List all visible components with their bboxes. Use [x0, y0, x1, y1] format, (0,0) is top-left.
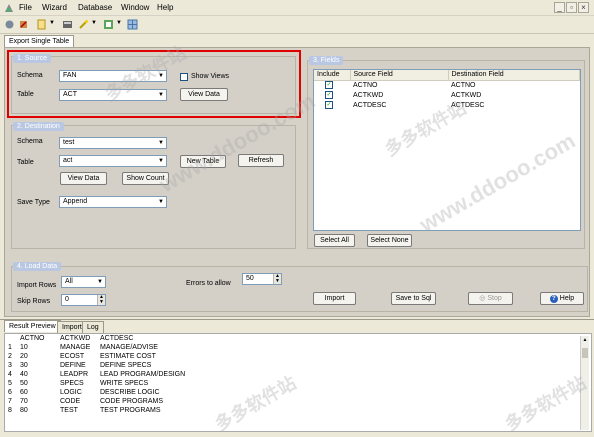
select-all-button[interactable]: Select All	[314, 234, 355, 247]
export-dropdown-icon[interactable]: ▼	[116, 20, 122, 26]
fields-header-destination[interactable]: Destination Field	[448, 70, 580, 81]
table-row[interactable]: 3 30 DEFINE DEFINE SPECS	[5, 361, 205, 370]
skip-rows-stepper[interactable]: 0 ▲ ▼	[61, 294, 106, 306]
minimize-button[interactable]: _	[554, 2, 565, 13]
tab-export-single-table[interactable]: Export Single Table	[4, 35, 75, 47]
chevron-down-icon: ▼	[158, 140, 164, 146]
source-field-cell: ACTKWD	[353, 91, 384, 99]
export-icon[interactable]	[103, 19, 114, 30]
errors-stepper[interactable]: 50 ▲ ▼	[242, 273, 282, 285]
table-row[interactable]: 1 10 MANAGE MANAGE/ADVISE	[5, 343, 205, 352]
dest-view-data-button[interactable]: View Data	[60, 172, 107, 185]
stepper-arrows-icon[interactable]: ▲ ▼	[273, 274, 281, 284]
dest-field-cell[interactable]: ACTNO	[448, 80, 580, 90]
tab-strip: Export Single Table	[0, 35, 594, 47]
connect-icon[interactable]	[4, 19, 15, 30]
include-checkbox[interactable]: ✓	[325, 81, 333, 90]
menu-window[interactable]: Window	[121, 3, 149, 12]
fields-header-include[interactable]: Include	[314, 70, 351, 81]
import-button[interactable]: Import	[313, 292, 356, 305]
help-icon: ?	[549, 295, 558, 303]
fields-header-source[interactable]: Source Field	[350, 70, 449, 81]
save-type-select[interactable]: Append ▼	[59, 196, 167, 208]
app-icon	[5, 4, 13, 12]
select-none-button[interactable]: Select None	[367, 234, 412, 247]
source-field-cell: ACTNO	[353, 81, 378, 89]
wand-dropdown-icon[interactable]: ▼	[91, 20, 97, 26]
chevron-down-icon: ▼	[158, 199, 164, 205]
dest-schema-select[interactable]: test ▼	[59, 137, 167, 149]
tab-log[interactable]: Log	[82, 321, 104, 333]
dest-table-label: Table	[17, 159, 34, 166]
preview-header-index	[5, 334, 17, 343]
errors-label: Errors to allow	[186, 280, 231, 287]
menu-file[interactable]: File	[19, 3, 32, 12]
table-row[interactable]: ✓ ACTKWD ACTKWD	[314, 90, 580, 100]
table-row[interactable]: 4 40 LEADPR LEAD PROGRAM/DESIGN	[5, 370, 205, 379]
chevron-down-icon: ▼	[97, 279, 103, 285]
scroll-thumb[interactable]	[582, 348, 588, 358]
fields-title: 3. Fields	[309, 56, 344, 65]
dest-table-select[interactable]: act ▼	[59, 155, 167, 167]
tab-result-preview[interactable]: Result Preview	[4, 320, 61, 332]
save-type-label: Save Type	[17, 199, 50, 206]
table-row[interactable]: 8 80 TEST TEST PROGRAMS	[5, 406, 205, 415]
table-row[interactable]: 2 20 ECOST ESTIMATE COST	[5, 352, 205, 361]
dest-schema-label: Schema	[17, 138, 43, 145]
chevron-down-icon: ▼	[158, 158, 164, 164]
preview-header-actno[interactable]: ACTNO	[17, 334, 57, 343]
preview-header-actdesc[interactable]: ACTDESC	[97, 334, 205, 343]
document-icon[interactable]	[36, 19, 47, 30]
stop-button[interactable]: ◎ Stop	[468, 292, 513, 305]
save-to-sql-button[interactable]: Save to Sql	[391, 292, 436, 305]
grid-icon[interactable]	[127, 19, 138, 30]
import-rows-label: Import Rows	[17, 282, 57, 289]
wizard-icon[interactable]	[18, 19, 29, 30]
import-rows-select[interactable]: All ▼	[61, 276, 106, 288]
document-dropdown-icon[interactable]: ▼	[49, 20, 55, 26]
table-row[interactable]: 6 60 LOGIC DESCRIBE LOGIC	[5, 388, 205, 397]
menu-wizard[interactable]: Wizard	[42, 3, 67, 12]
table-row[interactable]: 7 70 CODE CODE PROGRAMS	[5, 397, 205, 406]
table-row[interactable]: 5 50 SPECS WRITE SPECS	[5, 379, 205, 388]
wand-icon[interactable]	[78, 19, 89, 30]
skip-rows-label: Skip Rows	[17, 298, 51, 305]
include-checkbox[interactable]: ✓	[325, 91, 333, 99]
menubar: File Wizard Database Window Help _ ▫ ×	[0, 0, 594, 16]
menu-database[interactable]: Database	[78, 3, 112, 12]
dest-field-cell[interactable]: ACTKWD	[448, 90, 580, 100]
load-title: 4. Load Data	[13, 262, 62, 271]
menu-help[interactable]: Help	[157, 3, 173, 12]
help-button[interactable]: ? Help	[540, 292, 584, 305]
dest-field-cell[interactable]: ACTDESC	[448, 100, 580, 110]
restore-button[interactable]: ▫	[566, 2, 577, 13]
destination-title: 2. Destination	[13, 122, 64, 131]
preview-header-actkwd[interactable]: ACTKWD	[57, 334, 97, 343]
database-icon[interactable]	[62, 19, 73, 30]
table-row[interactable]: ✓ ACTNO ACTNO	[314, 80, 580, 90]
scroll-up-icon[interactable]: ▲	[581, 336, 589, 344]
refresh-button[interactable]: Refresh	[238, 154, 284, 167]
bottom-tab-divider	[0, 319, 594, 320]
include-checkbox[interactable]: ✓	[325, 101, 333, 109]
close-button[interactable]: ×	[578, 2, 589, 13]
stepper-arrows-icon[interactable]: ▲ ▼	[97, 295, 105, 305]
toolbar: ▼ ▼ ▼	[0, 16, 594, 34]
